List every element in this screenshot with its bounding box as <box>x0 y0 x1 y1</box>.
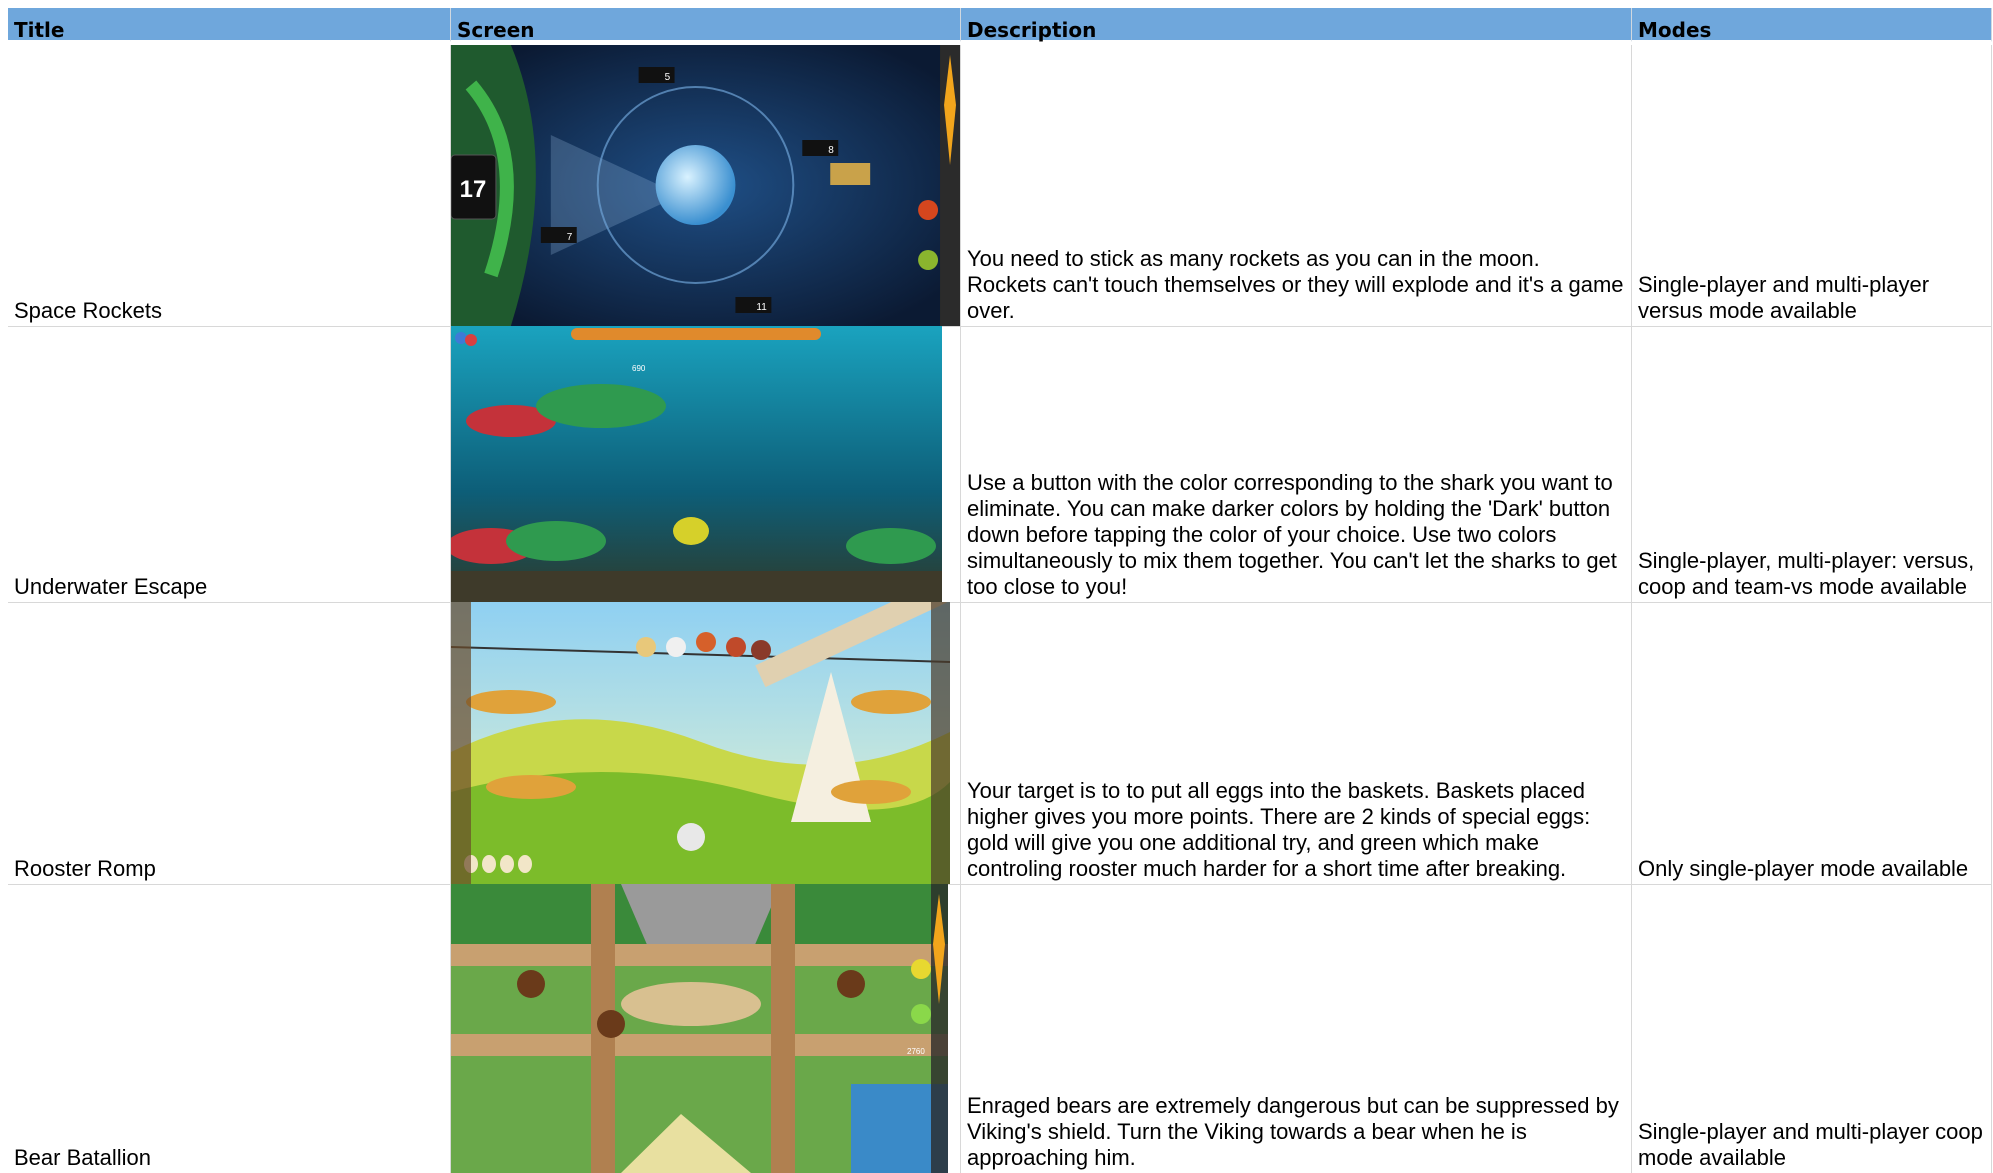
description-cell[interactable]: Your target is to to put all eggs into t… <box>961 602 1632 884</box>
modes-cell[interactable]: Single-player and multi-player coop mode… <box>1632 884 1992 1173</box>
table-row: Space Rockets 17 5 8 7 11 You need to st… <box>8 45 1992 327</box>
modes-cell[interactable]: Only single-player mode available <box>1632 602 1992 884</box>
score-left: 7 <box>567 232 573 243</box>
title-cell[interactable]: Underwater Escape <box>8 326 451 602</box>
score-right: 8 <box>828 145 834 156</box>
modes-cell[interactable]: Single-player, multi-player: versus, coo… <box>1632 326 1992 602</box>
description-cell[interactable]: You need to stick as many rockets as you… <box>961 45 1632 326</box>
score-bottom: 11 <box>756 302 767 313</box>
header-description[interactable]: Description <box>961 8 1632 42</box>
header-screen[interactable]: Screen <box>451 8 961 42</box>
table-row: Rooster Romp Your target is to to put al… <box>8 602 1992 885</box>
score-top: 5 <box>665 72 671 83</box>
title-cell[interactable]: Bear Batallion <box>8 884 451 1173</box>
score-readout: 690 <box>632 364 646 373</box>
modes-cell[interactable]: Single-player and multi-player versus mo… <box>1632 45 1992 326</box>
rooster-romp-screenshot <box>451 602 950 884</box>
screen-cell[interactable]: 690 <box>451 326 961 602</box>
description-cell[interactable]: Use a button with the color correspondin… <box>961 326 1632 602</box>
score-readout: 2760 <box>907 1047 925 1056</box>
table-row: Bear Batallion 2760 Enraged bears are ex… <box>8 884 1992 1173</box>
table-row: Underwater Escape 690 Use a button with … <box>8 326 1992 603</box>
title-cell[interactable]: Rooster Romp <box>8 602 451 884</box>
header-modes[interactable]: Modes <box>1632 8 1992 42</box>
description-cell[interactable]: Enraged bears are extremely dangerous bu… <box>961 884 1632 1173</box>
counter-readout: 17 <box>460 176 487 203</box>
screen-cell[interactable]: 2760 <box>451 884 961 1173</box>
header-title[interactable]: Title <box>8 8 451 42</box>
screen-cell[interactable]: 17 5 8 7 11 <box>451 45 961 326</box>
space-rockets-screenshot: 17 5 8 7 11 <box>451 45 960 326</box>
bear-batallion-screenshot: 2760 <box>451 884 948 1173</box>
underwater-escape-screenshot: 690 <box>451 326 942 602</box>
title-cell[interactable]: Space Rockets <box>8 45 451 326</box>
screen-cell[interactable] <box>451 602 961 884</box>
